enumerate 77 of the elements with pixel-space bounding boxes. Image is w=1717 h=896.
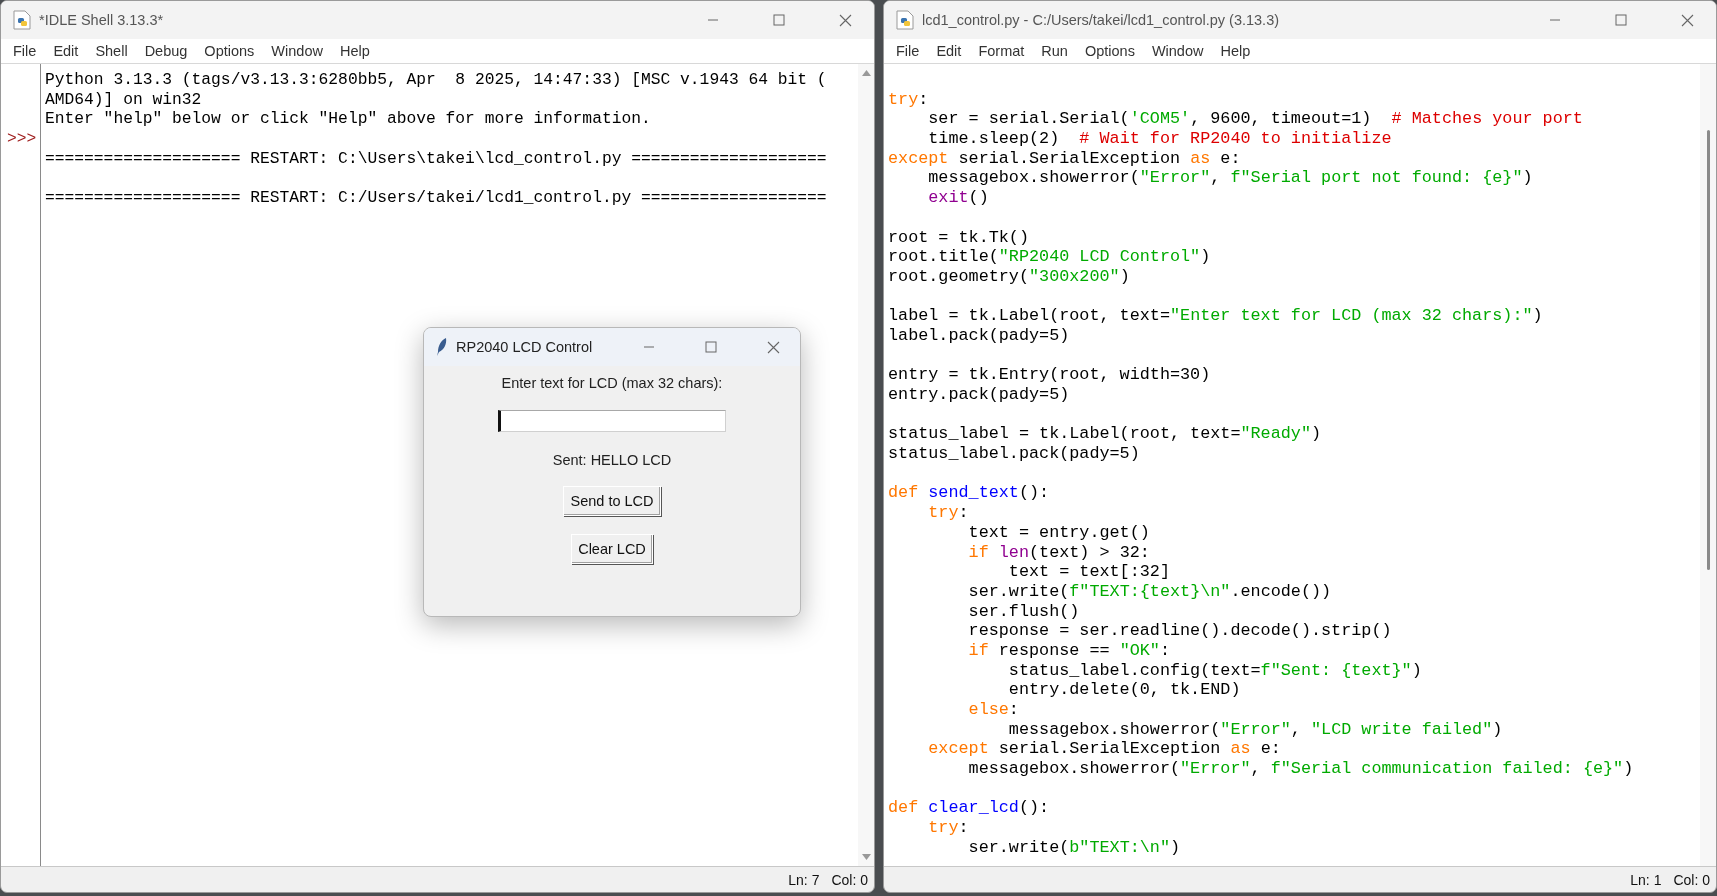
code-line: messagebox.showerror("Error", f"Serial port not found: {e}") (927, 168, 1533, 189)
status-label: Sent: HELLO LCD (552, 452, 672, 468)
menu-item[interactable]: Shell (87, 43, 137, 59)
code-line: text = entry.get() (967, 522, 1150, 543)
python-file-icon (896, 10, 914, 30)
shell-prompt: >>> (6, 129, 37, 149)
menu-item[interactable]: Help (1212, 43, 1260, 59)
code-line: root.title("RP2040 LCD Control") (888, 247, 1211, 267)
shell-output-line: Enter "help" below or click "Help" above for more information. (45, 109, 651, 130)
code-line: def send_text(): (888, 483, 1050, 504)
window-title: *IDLE Shell 3.13.3* (39, 12, 165, 28)
dialog-button[interactable]: Clear LCD (571, 534, 653, 564)
menu-item[interactable]: Run (1033, 43, 1077, 59)
maximize-icon[interactable] (1615, 14, 1627, 26)
menu-item[interactable]: Format (970, 43, 1034, 59)
dialog-button[interactable]: Send to LCD (563, 486, 661, 516)
code-line: def clear_lcd(): (888, 798, 1050, 819)
menu-item[interactable]: Window (263, 43, 332, 59)
code-line: messagebox.showerror("Error", "LCD write failed") (1007, 719, 1503, 740)
code-line: if len(text) > 32: (967, 542, 1150, 563)
code-line: label = tk.Label(root, text="Enter text for LCD (max 32 chars):") (888, 306, 1543, 326)
line-number-status: Ln: 1 (1630, 871, 1662, 888)
code-line: root.geometry("300x200") (888, 266, 1130, 287)
line-number-status: Ln: 7 (788, 871, 820, 888)
code-line: label.pack(pady=5) (888, 325, 1070, 346)
shell-output-line: AMD64)] on win32 (45, 89, 202, 110)
menu-item[interactable]: Help (331, 43, 379, 59)
close-icon[interactable] (766, 340, 780, 354)
code-line: ser.write(b"TEXT:\n") (967, 837, 1181, 858)
prompt-label: Enter text for LCD (max 32 chars): (501, 375, 723, 391)
menu-item[interactable]: Debug (136, 43, 197, 59)
shell-output-line: ==================== RESTART: C:\Users\takei\lcd_control.py ==================== (45, 148, 827, 169)
code-line: root = tk.Tk() (888, 227, 1029, 248)
scroll-down-icon[interactable] (861, 854, 871, 860)
code-line: else: (967, 700, 1019, 720)
code-line: status_label.pack(pady=5) (888, 444, 1140, 464)
menu-item[interactable]: Options (1076, 43, 1144, 59)
code-line: try: (888, 89, 929, 110)
code-line: status_label = tk.Label(root, text="Ready") (888, 424, 1322, 445)
code-line: status_label.config(text=f"Sent: {text}") (1007, 660, 1422, 681)
code-line: ser.write(f"TEXT:{text}\n".encode()) (967, 581, 1332, 602)
code-line: entry.pack(pady=5) (888, 385, 1070, 405)
shell-output-line: ==================== RESTART: C:/Users/takei/lcd1_control.py =================== (45, 188, 827, 208)
scroll-up-icon[interactable] (861, 70, 871, 76)
code-line: if response == "OK": (967, 640, 1170, 661)
maximize-icon[interactable] (773, 14, 785, 26)
code-line: ser.flush() (967, 601, 1080, 622)
menu-item[interactable]: File (888, 43, 929, 59)
menu-item[interactable]: Edit (45, 43, 88, 59)
window-title: RP2040 LCD Control (456, 339, 594, 355)
code-line: entry = tk.Entry(root, width=30) (888, 365, 1211, 385)
code-line: response = ser.readline().decode().strip() (967, 621, 1392, 641)
column-status: Col: 0 (1673, 871, 1710, 888)
code-line: messagebox.showerror("Error", f"Serial communication failed: {e}") (967, 759, 1634, 779)
code-line: exit() (927, 188, 989, 208)
code-line: ser = serial.Serial('COM5', 9600, timeout=1) # Matches your port (927, 109, 1583, 130)
shell-output-line: Python 3.13.3 (tags/v3.13.3:6280bb5, Apr 8 2025, 14:47:33) [MSC v.1943 64 bit ( (45, 70, 827, 90)
column-status: Col: 0 (831, 871, 868, 888)
menu-item[interactable]: File (5, 43, 46, 59)
close-icon[interactable] (838, 13, 852, 27)
code-line: except serial.SerialException as e: (888, 148, 1241, 169)
code-line: text = text[:32] (1007, 562, 1170, 582)
code-line: except serial.SerialException as e: (927, 739, 1281, 760)
python-file-icon (13, 10, 31, 30)
code-line: entry.delete(0, tk.END) (1007, 680, 1241, 700)
code-line: time.sleep(2) # Wait for RP2040 to initialize (927, 129, 1392, 149)
scrollbar-thumb[interactable] (1706, 130, 1710, 570)
close-icon[interactable] (1680, 13, 1694, 27)
menu-item[interactable]: Options (196, 43, 264, 59)
window-title: lcd1_control.py - C:/Users/takei/lcd1_control.py (3.13.3) (922, 12, 1281, 28)
code-line: try: (927, 503, 969, 523)
maximize-icon[interactable] (705, 341, 717, 353)
feather-icon (436, 337, 448, 357)
text-entry-field[interactable] (498, 410, 726, 432)
code-line: try: (927, 818, 969, 838)
menu-item[interactable]: Window (1143, 43, 1213, 59)
menu-item[interactable]: Edit (928, 43, 971, 59)
